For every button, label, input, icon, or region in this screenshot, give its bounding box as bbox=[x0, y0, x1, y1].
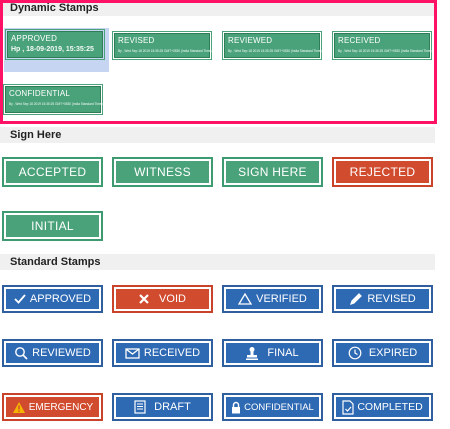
standard-stamp-received[interactable]: RECEIVED bbox=[112, 339, 213, 367]
lock-icon bbox=[231, 401, 241, 414]
stamp-label: WITNESS bbox=[116, 161, 209, 183]
stamp-label: APPROVED bbox=[29, 293, 92, 305]
sign-stamp-witness[interactable]: WITNESS bbox=[112, 157, 213, 187]
pencil-icon bbox=[349, 292, 363, 306]
envelope-icon bbox=[125, 347, 140, 359]
stamp-label: INITIAL bbox=[6, 215, 99, 237]
standard-stamp-reviewed[interactable]: REVIEWED bbox=[2, 339, 103, 367]
standard-stamp-verified[interactable]: VERIFIED bbox=[222, 285, 323, 313]
sign-here-header: Sign Here bbox=[0, 127, 435, 143]
standard-stamp-revised[interactable]: REVISED bbox=[332, 285, 433, 313]
stamp-label: VERIFIED bbox=[256, 293, 307, 305]
stamp-label: EMERGENCY bbox=[28, 401, 94, 413]
sign-stamp-sign-here[interactable]: SIGN HERE bbox=[222, 157, 323, 187]
stamp-label: RECEIVED bbox=[143, 347, 201, 359]
stamp-label: VOID bbox=[159, 293, 186, 305]
completed-doc-icon bbox=[342, 399, 355, 415]
stamp-label: COMPLETED bbox=[357, 401, 423, 413]
magnifier-icon bbox=[14, 346, 28, 360]
sign-stamp-rejected[interactable]: REJECTED bbox=[332, 157, 433, 187]
triangle-icon bbox=[238, 293, 253, 305]
x-icon bbox=[139, 294, 149, 304]
stamp-label: DRAFT bbox=[154, 401, 191, 413]
standard-stamp-emergency[interactable]: EMERGENCY bbox=[2, 393, 103, 421]
clock-icon bbox=[348, 346, 362, 360]
standard-stamps-header: Standard Stamps bbox=[0, 254, 435, 270]
standard-stamp-completed[interactable]: COMPLETED bbox=[332, 393, 433, 421]
stamp-label: EXPIRED bbox=[368, 347, 418, 359]
stamp-label: REJECTED bbox=[336, 161, 429, 183]
stamp-label: ACCEPTED bbox=[6, 161, 99, 183]
standard-stamp-void[interactable]: VOID bbox=[112, 285, 213, 313]
sign-stamp-initial[interactable]: INITIAL bbox=[2, 211, 103, 241]
standard-stamp-draft[interactable]: DRAFT bbox=[112, 393, 213, 421]
checkmark-icon bbox=[14, 294, 26, 304]
stamp-label: SIGN HERE bbox=[226, 161, 319, 183]
document-icon bbox=[134, 400, 146, 414]
stamp-label: FINAL bbox=[267, 347, 299, 359]
stamp-label: REVISED bbox=[367, 293, 416, 305]
standard-stamp-approved[interactable]: APPROVED bbox=[2, 285, 103, 313]
standard-stamp-confidential[interactable]: CONFIDENTIAL bbox=[222, 393, 323, 421]
selection-frame bbox=[0, 0, 437, 124]
standard-stamp-expired[interactable]: EXPIRED bbox=[332, 339, 433, 367]
stamp-label: CONFIDENTIAL bbox=[244, 401, 314, 413]
stamp-icon bbox=[246, 346, 259, 360]
warning-icon bbox=[12, 401, 26, 414]
sign-stamp-accepted[interactable]: ACCEPTED bbox=[2, 157, 103, 187]
stamp-label: REVIEWED bbox=[32, 347, 91, 359]
standard-stamp-final[interactable]: FINAL bbox=[222, 339, 323, 367]
